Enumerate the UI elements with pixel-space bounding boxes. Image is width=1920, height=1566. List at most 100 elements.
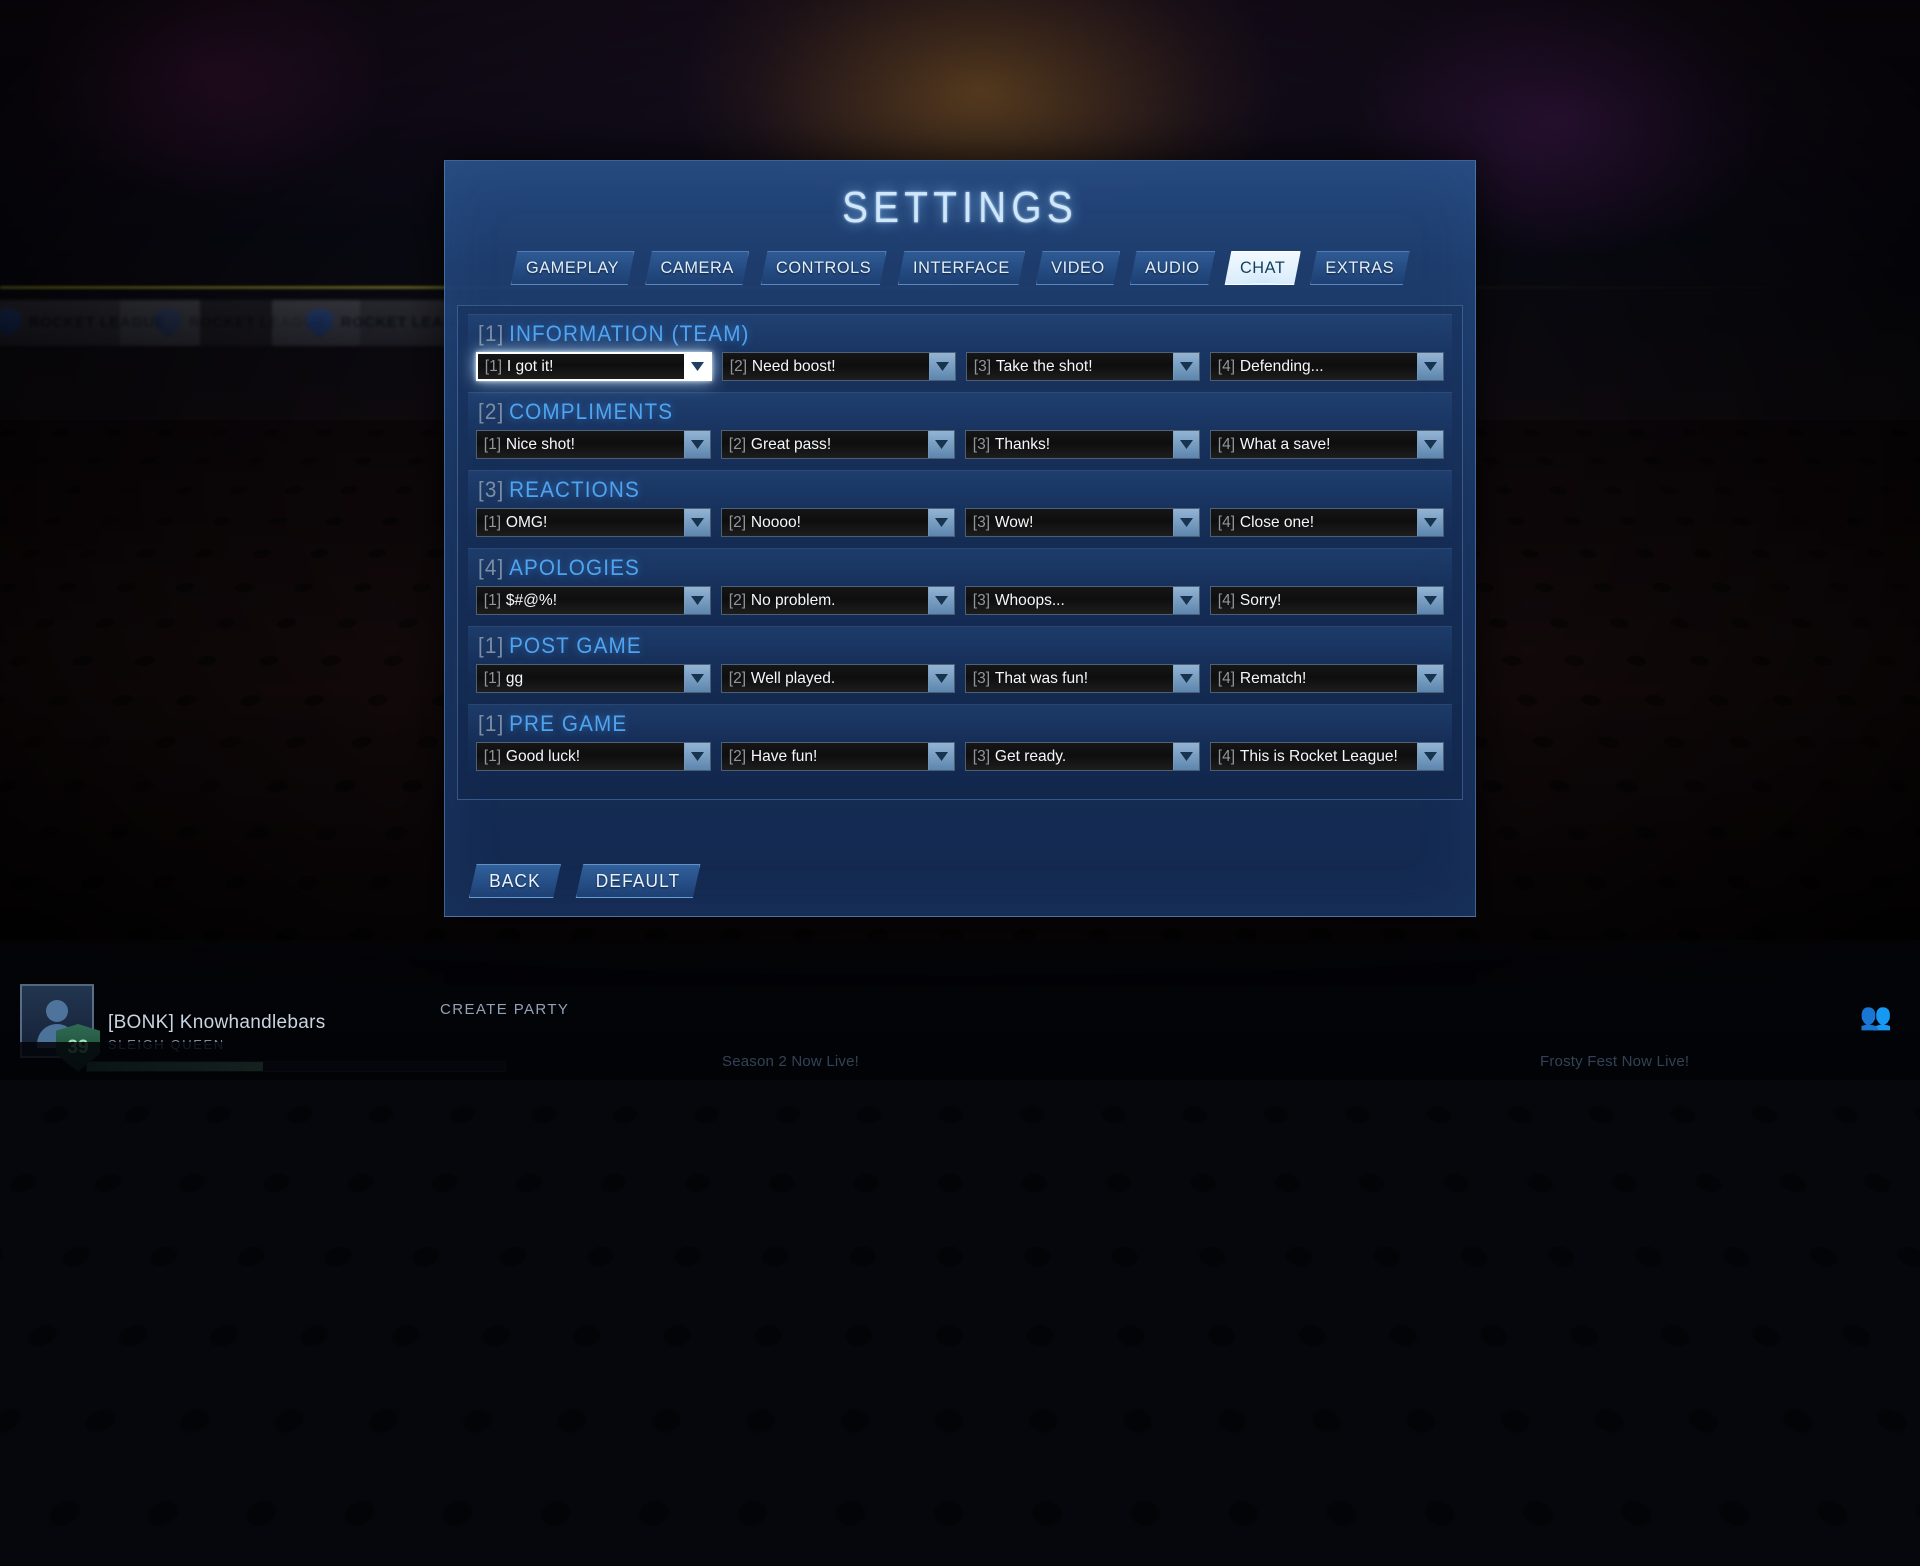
- chat-preset-dropdown[interactable]: [1]$#@%!: [476, 586, 711, 615]
- chat-preset-value: [2]Great pass!: [722, 431, 922, 458]
- chevron-down-icon[interactable]: [684, 665, 710, 692]
- chat-section: [1]INFORMATION (TEAM) [1]I got it! [2]Need…: [468, 314, 1452, 388]
- chat-preset-key: [3]: [973, 670, 990, 688]
- chevron-down-icon[interactable]: [1417, 743, 1443, 770]
- tab-audio[interactable]: AUDIO: [1130, 251, 1215, 285]
- chat-preset-dropdown[interactable]: [4]This is Rocket League!: [1210, 742, 1445, 771]
- chat-preset-text: Wow!: [995, 514, 1034, 532]
- chevron-down-icon[interactable]: [684, 354, 710, 379]
- chat-preset-dropdown[interactable]: [3]Whoops...: [965, 586, 1200, 615]
- chevron-down-icon[interactable]: [1173, 353, 1199, 380]
- section-name: INFORMATION (TEAM): [509, 321, 749, 346]
- tab-chat[interactable]: CHAT: [1224, 251, 1300, 285]
- create-party-button[interactable]: CREATE PARTY: [440, 1001, 569, 1018]
- chat-preset-key: [4]: [1217, 436, 1234, 454]
- section-index: [4]: [478, 555, 504, 580]
- chevron-down-icon[interactable]: [928, 509, 954, 536]
- chevron-down-icon[interactable]: [1173, 509, 1199, 536]
- chevron-down-icon[interactable]: [1417, 431, 1443, 458]
- page-title: SETTINGS: [507, 183, 1413, 233]
- chevron-down-icon[interactable]: [1417, 509, 1443, 536]
- chat-preset-key: [4]: [1217, 514, 1234, 532]
- chat-preset-dropdown[interactable]: [4]Sorry!: [1210, 586, 1445, 615]
- tab-label: GAMEPLAY: [526, 258, 619, 278]
- chat-preset-dropdown[interactable]: [1] Nice shot!: [476, 430, 711, 459]
- chat-preset-dropdown[interactable]: [2]Have fun!: [721, 742, 956, 771]
- tab-extras[interactable]: EXTRAS: [1310, 251, 1409, 285]
- chat-preset-key: [2]: [728, 514, 745, 532]
- tab-controls[interactable]: CONTROLS: [760, 251, 886, 285]
- chevron-down-icon[interactable]: [1417, 587, 1443, 614]
- chat-preset-text: Nice shot!: [506, 436, 575, 454]
- chevron-down-icon[interactable]: [928, 665, 954, 692]
- tab-label: INTERFACE: [913, 258, 1010, 278]
- friends-icon[interactable]: 👥: [1860, 1001, 1892, 1032]
- chat-preset-dropdown[interactable]: [1]OMG!: [476, 508, 711, 537]
- button-label: DEFAULT: [596, 871, 681, 892]
- chat-preset-dropdown[interactable]: [3]Take the shot!: [966, 352, 1200, 381]
- chat-preset-dropdown[interactable]: [2]Great pass!: [721, 430, 956, 459]
- section-name: POST GAME: [509, 633, 642, 658]
- chat-settings-panel: [1]INFORMATION (TEAM)[1]I got it![2]Need…: [457, 305, 1463, 800]
- chat-preset-text: Defending...: [1240, 358, 1324, 376]
- chat-preset-text: Good luck!: [506, 748, 580, 766]
- chevron-down-icon[interactable]: [1417, 665, 1443, 692]
- section-header: [1]POST GAME: [478, 633, 1386, 659]
- section-header: [4]APOLOGIES: [478, 555, 1386, 581]
- section-name: COMPLIMENTS: [509, 399, 673, 424]
- section-index: [2]: [478, 399, 504, 424]
- chat-preset-text: Whoops...: [995, 592, 1065, 610]
- tab-camera[interactable]: CAMERA: [646, 251, 750, 285]
- chat-preset-dropdown[interactable]: [4]Defending...: [1210, 352, 1444, 381]
- chat-preset-dropdown[interactable]: [4]Close one!: [1210, 508, 1445, 537]
- chat-preset-dropdown[interactable]: [3]Wow!: [965, 508, 1200, 537]
- chat-preset-dropdown[interactable]: [3]Thanks!: [965, 430, 1200, 459]
- chat-preset-dropdown[interactable]: [3]Get ready.: [965, 742, 1200, 771]
- chat-preset-dropdown[interactable]: [2]No problem.: [721, 586, 956, 615]
- chat-preset-dropdown[interactable]: [4]Rematch!: [1210, 664, 1445, 693]
- chevron-down-icon[interactable]: [929, 353, 955, 380]
- chevron-down-icon[interactable]: [1173, 431, 1199, 458]
- chat-preset-key: [3]: [974, 358, 991, 376]
- chevron-down-icon[interactable]: [684, 431, 710, 458]
- chat-preset-dropdown[interactable]: [1]Good luck!: [476, 742, 711, 771]
- chat-preset-dropdown[interactable]: [2]Well played.: [721, 664, 956, 693]
- chat-preset-dropdown[interactable]: [2]Noooo!: [721, 508, 956, 537]
- chat-preset-value: [4]This is Rocket League!: [1211, 743, 1411, 770]
- chevron-down-icon[interactable]: [684, 587, 710, 614]
- chat-preset-value: [4]Defending...: [1211, 353, 1411, 380]
- chat-preset-dropdown[interactable]: [1]gg: [476, 664, 711, 693]
- chat-preset-value: [4]Sorry!: [1211, 587, 1411, 614]
- chat-preset-dropdown[interactable]: [1]I got it!: [476, 352, 712, 381]
- news-item-event[interactable]: Frosty Fest Now Live!: [1540, 1053, 1689, 1070]
- chevron-down-icon[interactable]: [1173, 743, 1199, 770]
- chevron-down-icon[interactable]: [928, 431, 954, 458]
- settings-dialog: SETTINGS GAMEPLAY CAMERA CONTROLS INTERFACE…: [444, 160, 1476, 917]
- chevron-down-icon[interactable]: [684, 743, 710, 770]
- chevron-down-icon[interactable]: [928, 587, 954, 614]
- section-header: [3]REACTIONS: [478, 477, 1386, 503]
- chat-preset-dropdown[interactable]: [2]Need boost!: [722, 352, 956, 381]
- chat-preset-dropdown[interactable]: [4]What a save!: [1210, 430, 1445, 459]
- chat-preset-key: [1]: [484, 436, 501, 454]
- chat-section: [3]REACTIONS[1]OMG![2]Noooo![3]Wow![4]Cl…: [468, 470, 1452, 544]
- tab-interface[interactable]: INTERFACE: [898, 251, 1026, 285]
- chevron-down-icon[interactable]: [684, 509, 710, 536]
- chat-preset-text: OMG!: [506, 514, 547, 532]
- chevron-down-icon[interactable]: [1173, 587, 1199, 614]
- chevron-down-icon[interactable]: [1417, 353, 1443, 380]
- tab-gameplay[interactable]: GAMEPLAY: [511, 251, 635, 285]
- tab-video[interactable]: VIDEO: [1036, 251, 1120, 285]
- section-name: PRE GAME: [509, 711, 627, 736]
- section-index: [3]: [478, 477, 504, 502]
- chat-preset-key: [2]: [728, 436, 745, 454]
- news-item-season[interactable]: Season 2 Now Live!: [722, 1053, 859, 1070]
- chevron-down-icon[interactable]: [928, 743, 954, 770]
- chat-preset-text: Rematch!: [1239, 670, 1305, 688]
- chat-preset-key: [3]: [973, 436, 990, 454]
- chevron-down-icon[interactable]: [1173, 665, 1199, 692]
- back-button[interactable]: BACK: [469, 864, 561, 898]
- section-header: [1]INFORMATION (TEAM): [478, 321, 1386, 347]
- default-button[interactable]: DEFAULT: [575, 864, 700, 898]
- chat-preset-dropdown[interactable]: [3]That was fun!: [965, 664, 1200, 693]
